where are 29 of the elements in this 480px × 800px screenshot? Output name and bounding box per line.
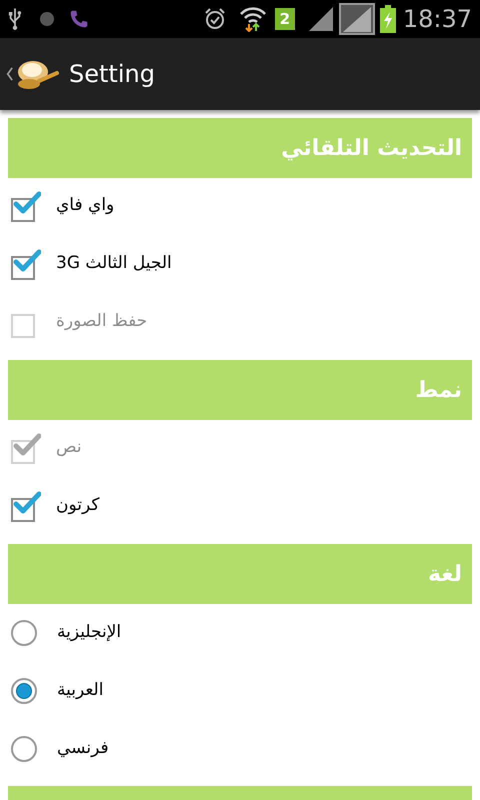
signal-icon	[306, 6, 335, 32]
clock: 18:37	[402, 4, 472, 35]
option-label: حفظ الصورة	[56, 310, 148, 334]
usb-icon	[8, 7, 22, 31]
phone-icon	[68, 8, 90, 30]
option-label: الجيل الثالث 3G	[56, 252, 172, 276]
checkbox[interactable]	[11, 190, 43, 222]
back-icon	[6, 66, 13, 82]
section-title: لغة	[428, 560, 462, 588]
option-label: العربية	[57, 679, 104, 702]
checkbox[interactable]	[11, 248, 43, 280]
radio-button[interactable]	[11, 736, 37, 762]
screen-title: Setting	[69, 59, 155, 90]
section-title: التحديث التلقائي	[281, 134, 462, 162]
checkbox[interactable]	[11, 490, 43, 522]
alarm-icon	[202, 7, 227, 31]
sim-badge: 2	[274, 8, 295, 30]
signal-icon	[338, 3, 375, 35]
radio-button[interactable]	[11, 678, 37, 704]
option-label: فرنسي	[57, 737, 109, 760]
radio-button[interactable]	[11, 620, 37, 646]
option-label: كرتون	[56, 494, 100, 518]
section-title: نمط	[415, 376, 462, 404]
wifi-icon	[238, 6, 267, 32]
record-icon	[40, 12, 54, 26]
option-label: نص	[56, 436, 82, 460]
option-label: واي فاي	[56, 194, 114, 218]
option-label: الإنجليزية	[57, 621, 122, 644]
battery-icon	[378, 5, 397, 33]
